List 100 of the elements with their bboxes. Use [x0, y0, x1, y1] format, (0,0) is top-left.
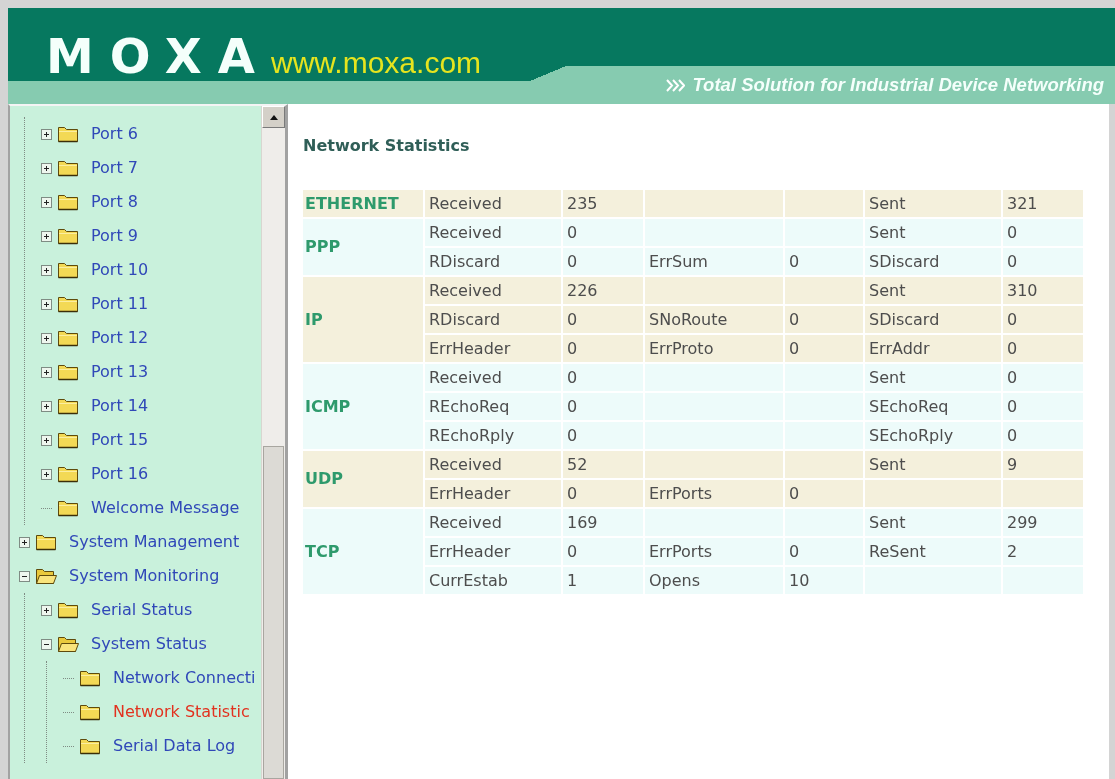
- stat-value: 0: [1003, 422, 1083, 449]
- plus-box-icon[interactable]: [41, 196, 52, 208]
- protocol-label: ICMP: [303, 364, 423, 449]
- tree-item[interactable]: Port 7: [41, 151, 138, 185]
- plus-box-icon[interactable]: [41, 128, 52, 140]
- stat-value: 0: [563, 364, 643, 391]
- tree-item[interactable]: Port 8: [41, 185, 138, 219]
- tree-item[interactable]: Port 15: [41, 423, 149, 457]
- stat-label: ErrAddr: [865, 335, 1001, 362]
- stat-value: 0: [563, 306, 643, 333]
- tree-item[interactable]: System Status: [41, 627, 207, 661]
- open-folder-icon: [57, 635, 79, 653]
- plus-box-icon[interactable]: [41, 230, 52, 242]
- caret-up-icon: [269, 114, 278, 120]
- folder-icon: [57, 193, 79, 211]
- tree-item[interactable]: System Monitoring: [19, 559, 220, 593]
- stat-label: Sent: [865, 277, 1001, 304]
- plus-box-icon[interactable]: [41, 400, 52, 412]
- stat-value: 0: [563, 538, 643, 565]
- plus-box-icon[interactable]: [41, 264, 52, 276]
- plus-box-icon[interactable]: [41, 366, 52, 378]
- plus-box-icon[interactable]: [41, 468, 52, 480]
- stat-value: 9: [1003, 451, 1083, 478]
- minus-box-icon[interactable]: [19, 570, 30, 582]
- tree-item[interactable]: Network Statistic: [63, 695, 250, 729]
- scrollbar-thumb[interactable]: [263, 446, 284, 779]
- folder-icon: [35, 533, 57, 551]
- page-title: Network Statistics: [303, 135, 471, 157]
- folder-icon: [79, 703, 101, 721]
- stat-label: Sent: [865, 364, 1001, 391]
- stat-value: 1: [563, 567, 643, 594]
- protocol-label: IP: [303, 277, 423, 362]
- plus-box-icon[interactable]: [41, 332, 52, 344]
- stat-label: Sent: [865, 509, 1001, 536]
- stat-value: 0: [1003, 306, 1083, 333]
- stat-label: SEchoRply: [865, 422, 1001, 449]
- stat-value: 0: [785, 480, 863, 507]
- plus-box-icon[interactable]: [41, 298, 52, 310]
- stat-value: 235: [563, 190, 643, 217]
- stat-label: Received: [425, 451, 561, 478]
- stat-label: Opens: [645, 567, 783, 594]
- stat-label: SDiscard: [865, 306, 1001, 333]
- plus-box-icon[interactable]: [41, 434, 52, 446]
- tree-item[interactable]: Welcome Message: [41, 491, 240, 525]
- plus-box-icon[interactable]: [19, 536, 30, 548]
- folder-icon: [57, 499, 79, 517]
- stat-label: ErrHeader: [425, 538, 561, 565]
- stat-value: 52: [563, 451, 643, 478]
- website-link[interactable]: www.moxa.com: [271, 48, 482, 78]
- stat-label: Received: [425, 277, 561, 304]
- protocol-label: ETHERNET: [303, 190, 423, 217]
- stat-label: SEchoReq: [865, 393, 1001, 420]
- minus-box-icon[interactable]: [41, 638, 52, 650]
- plus-box-icon[interactable]: [41, 604, 52, 616]
- tree-item[interactable]: Port 14: [41, 389, 149, 423]
- stat-value: 0: [1003, 219, 1083, 246]
- stat-value: 321: [1003, 190, 1083, 217]
- stat-value: 0: [563, 335, 643, 362]
- stat-value: 2: [1003, 538, 1083, 565]
- tree-item[interactable]: Port 16: [41, 457, 149, 491]
- stat-value: 0: [1003, 364, 1083, 391]
- tree-item[interactable]: Port 13: [41, 355, 149, 389]
- stat-label: ErrHeader: [425, 480, 561, 507]
- stat-label: ErrPorts: [645, 538, 783, 565]
- folder-icon: [57, 431, 79, 449]
- folder-icon: [79, 737, 101, 755]
- tree-item[interactable]: Port 12: [41, 321, 149, 355]
- stat-value: 310: [1003, 277, 1083, 304]
- stat-value: 0: [563, 393, 643, 420]
- tree-item[interactable]: Port 9: [41, 219, 138, 253]
- chevrons-right-icon: [664, 78, 685, 92]
- protocol-label: PPP: [303, 219, 423, 275]
- tree-item[interactable]: Port 11: [41, 287, 149, 321]
- stat-label: Received: [425, 190, 561, 217]
- tree-item[interactable]: Serial Status: [41, 593, 193, 627]
- stat-label: Received: [425, 219, 561, 246]
- stat-value: 0: [1003, 393, 1083, 420]
- stat-label: SNoRoute: [645, 306, 783, 333]
- stat-label: REchoRply: [425, 422, 561, 449]
- tree-item[interactable]: Port 10: [41, 253, 149, 287]
- stat-value: 0: [1003, 335, 1083, 362]
- tree-item[interactable]: Serial Data Log: [63, 729, 236, 763]
- scroll-up-button[interactable]: [262, 106, 285, 128]
- stat-label: ErrHeader: [425, 335, 561, 362]
- stat-value: 0: [563, 248, 643, 275]
- folder-icon: [57, 363, 79, 381]
- stat-value: 10: [785, 567, 863, 594]
- stat-label: ReSent: [865, 538, 1001, 565]
- folder-icon: [57, 159, 79, 177]
- folder-icon: [57, 295, 79, 313]
- stat-label: SDiscard: [865, 248, 1001, 275]
- logo-text: MOXA: [46, 32, 271, 80]
- stat-value: 0: [785, 335, 863, 362]
- tree-item[interactable]: Port 6: [41, 117, 138, 151]
- plus-box-icon[interactable]: [41, 162, 52, 174]
- protocol-label: UDP: [303, 451, 423, 507]
- tree-item[interactable]: System Management: [19, 525, 240, 559]
- stat-label: ErrPorts: [645, 480, 783, 507]
- tree-item[interactable]: Network Connecti: [63, 661, 256, 695]
- stat-value: 0: [785, 538, 863, 565]
